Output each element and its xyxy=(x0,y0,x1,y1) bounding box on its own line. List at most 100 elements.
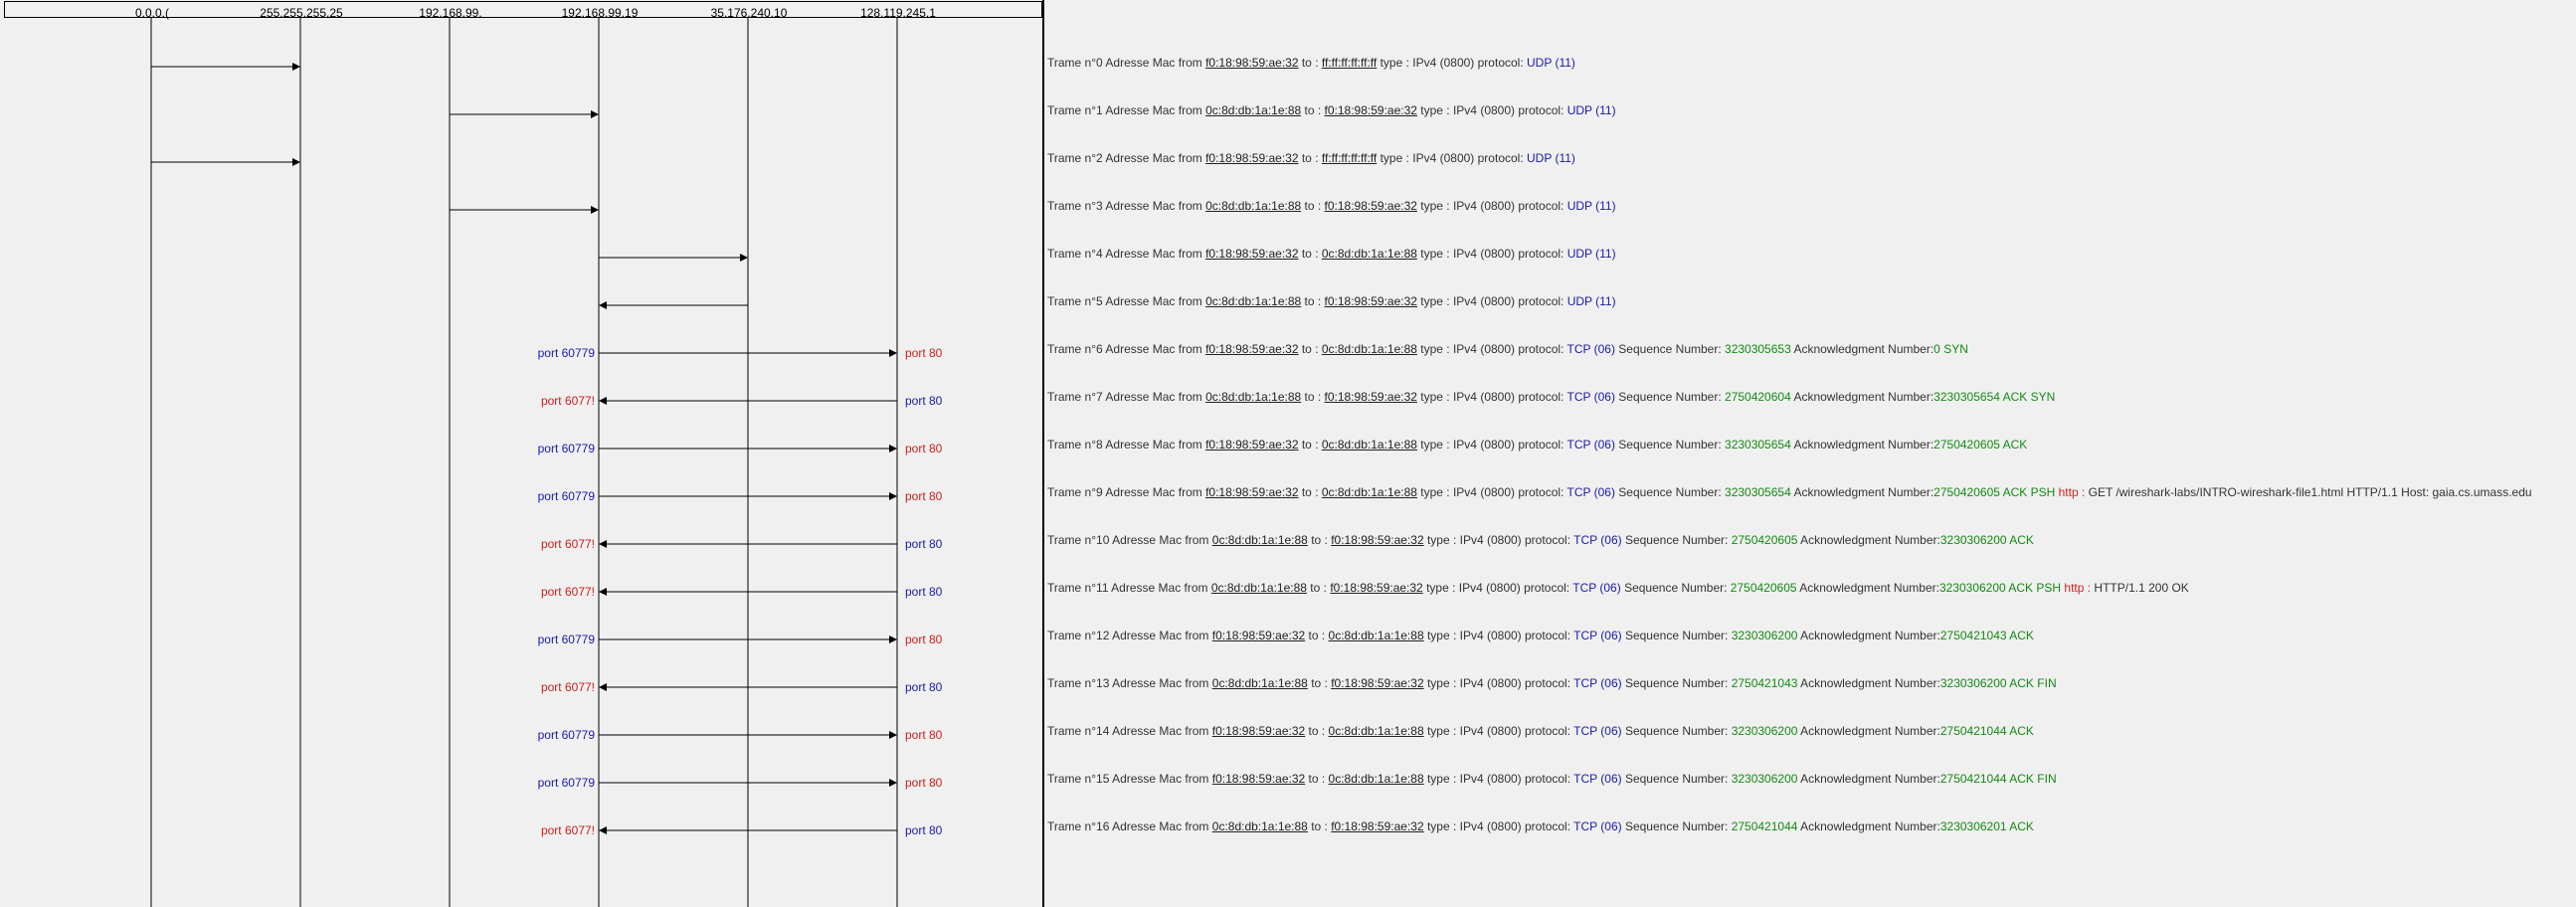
to-label: to : xyxy=(1298,247,1322,261)
mac-from: f0:18:98:59:ae:32 xyxy=(1205,247,1299,261)
tcp-flags: ACK SYN xyxy=(1999,390,2056,404)
mac-to: 0c:8d:db:1a:1e:88 xyxy=(1321,485,1417,499)
type-label: type : IPv4 (0800) protocol: xyxy=(1416,342,1567,356)
type-label: type : IPv4 (0800) protocol: xyxy=(1423,533,1574,547)
port-label-right: port 80 xyxy=(905,442,943,455)
type-label: type : IPv4 (0800) protocol: xyxy=(1416,438,1567,452)
seq-label: Sequence Number: xyxy=(1621,533,1732,547)
type-label: type : IPv4 (0800) protocol: xyxy=(1416,390,1567,404)
mac-from: 0c:8d:db:1a:1e:88 xyxy=(1211,533,1308,547)
protocol: UDP (11) xyxy=(1566,103,1616,117)
frame-row: Trame n°14 Adresse Mac from f0:18:98:59:… xyxy=(1047,723,2034,739)
frame-row: Trame n°16 Adresse Mac from 0c:8d:db:1a:… xyxy=(1047,818,2034,834)
port-label-left: port 6077! xyxy=(540,680,595,694)
protocol: TCP (06) xyxy=(1566,342,1615,356)
ack-label: Acknowledgment Number: xyxy=(1797,629,1940,642)
http-message: GET /wireshark-labs/INTRO-wireshark-file… xyxy=(2088,485,2532,499)
protocol: TCP (06) xyxy=(1573,629,1622,642)
ack-label: Acknowledgment Number: xyxy=(1797,724,1940,738)
to-label: to : xyxy=(1301,390,1325,404)
frame-title: Trame n°11 xyxy=(1047,581,1112,595)
mac-from-label: Adresse Mac from xyxy=(1112,533,1212,547)
tcp-flags: ACK FIN xyxy=(2006,772,2057,786)
to-label: to : xyxy=(1307,819,1332,833)
mac-from: 0c:8d:db:1a:1e:88 xyxy=(1205,199,1302,213)
frame-row: Trame n°0 Adresse Mac from f0:18:98:59:a… xyxy=(1047,55,1575,71)
seq-number: 3230305654 xyxy=(1725,485,1791,499)
seq-number: 3230306200 xyxy=(1731,772,1798,786)
frame-row: Trame n°7 Adresse Mac from 0c:8d:db:1a:1… xyxy=(1047,389,2055,405)
protocol: TCP (06) xyxy=(1566,485,1615,499)
ack-label: Acknowledgment Number: xyxy=(1797,772,1940,786)
port-label-left: port 60779 xyxy=(537,489,595,503)
seq-label: Sequence Number: xyxy=(1614,342,1726,356)
protocol: TCP (06) xyxy=(1566,390,1615,404)
mac-from-label: Adresse Mac from xyxy=(1112,676,1212,690)
protocol: UDP (11) xyxy=(1566,294,1616,308)
to-label: to : xyxy=(1305,772,1329,786)
frame-row: Trame n°15 Adresse Mac from f0:18:98:59:… xyxy=(1047,771,2057,787)
tcp-flags: ACK PSH xyxy=(1999,485,2056,499)
frame-title: Trame n°4 xyxy=(1047,247,1106,261)
tcp-flags: ACK xyxy=(2006,533,2034,547)
mac-from: 0c:8d:db:1a:1e:88 xyxy=(1205,390,1302,404)
frame-row: Trame n°3 Adresse Mac from 0c:8d:db:1a:1… xyxy=(1047,198,1616,214)
frame-row: Trame n°12 Adresse Mac from f0:18:98:59:… xyxy=(1047,628,2034,643)
ack-label: Acknowledgment Number: xyxy=(1790,342,1934,356)
tcp-flags: ACK xyxy=(1999,438,2028,452)
type-label: type : IPv4 (0800) protocol: xyxy=(1423,724,1574,738)
host-label: 192.168.99.19 xyxy=(561,6,639,20)
to-label: to : xyxy=(1301,294,1325,308)
port-label-right: port 80 xyxy=(905,585,943,599)
to-label: to : xyxy=(1298,342,1322,356)
protocol: TCP (06) xyxy=(1566,438,1615,452)
mac-to: f0:18:98:59:ae:32 xyxy=(1324,199,1417,213)
mac-from-label: Adresse Mac from xyxy=(1105,199,1206,213)
frame-title: Trame n°2 xyxy=(1047,151,1106,165)
mac-to: 0c:8d:db:1a:1e:88 xyxy=(1328,629,1424,642)
mac-from-label: Adresse Mac from xyxy=(1112,629,1212,642)
mac-to: f0:18:98:59:ae:32 xyxy=(1324,390,1417,404)
mac-to: f0:18:98:59:ae:32 xyxy=(1331,533,1424,547)
port-label-right: port 80 xyxy=(905,537,943,551)
seq-number: 3230306200 xyxy=(1731,724,1798,738)
frame-row: Trame n°6 Adresse Mac from f0:18:98:59:a… xyxy=(1047,341,1968,357)
type-label: type : IPv4 (0800) protocol: xyxy=(1422,581,1573,595)
to-label: to : xyxy=(1305,629,1329,642)
mac-to: ff:ff:ff:ff:ff:ff xyxy=(1321,151,1378,165)
tcp-flags: ACK xyxy=(2006,819,2034,833)
frame-title: Trame n°3 xyxy=(1047,199,1106,213)
protocol: TCP (06) xyxy=(1573,819,1622,833)
mac-from: f0:18:98:59:ae:32 xyxy=(1205,56,1299,70)
protocol: TCP (06) xyxy=(1573,772,1622,786)
ack-number: 3230306200 xyxy=(1939,676,2007,690)
seq-number: 2750421044 xyxy=(1731,819,1798,833)
mac-to: 0c:8d:db:1a:1e:88 xyxy=(1328,724,1424,738)
frame-row: Trame n°5 Adresse Mac from 0c:8d:db:1a:1… xyxy=(1047,293,1616,309)
port-label-left: port 6077! xyxy=(540,394,595,408)
protocol: TCP (06) xyxy=(1573,724,1622,738)
frame-title: Trame n°13 xyxy=(1047,676,1113,690)
ack-number: 3230306201 xyxy=(1939,819,2007,833)
frame-row: Trame n°2 Adresse Mac from f0:18:98:59:a… xyxy=(1047,150,1575,166)
protocol: TCP (06) xyxy=(1573,533,1622,547)
port-label-left: port 6077! xyxy=(540,823,595,837)
seq-label: Sequence Number: xyxy=(1621,819,1732,833)
mac-from-label: Adresse Mac from xyxy=(1112,819,1212,833)
port-label-left: port 60779 xyxy=(537,728,595,742)
to-label: to : xyxy=(1298,151,1322,165)
mac-to: 0c:8d:db:1a:1e:88 xyxy=(1321,247,1417,261)
seq-number: 3230306200 xyxy=(1731,629,1798,642)
mac-from: f0:18:98:59:ae:32 xyxy=(1205,438,1299,452)
mac-to: f0:18:98:59:ae:32 xyxy=(1331,676,1424,690)
tcp-flags: SYN xyxy=(1939,342,1968,356)
mac-from: f0:18:98:59:ae:32 xyxy=(1211,772,1306,786)
tcp-flags: ACK xyxy=(2006,724,2034,738)
ack-number: 2750421044 xyxy=(1939,772,2007,786)
ack-number: 2750420605 xyxy=(1933,438,2000,452)
ack-number: 3230306200 xyxy=(1939,533,2007,547)
protocol: TCP (06) xyxy=(1573,676,1622,690)
tcp-flags: ACK xyxy=(2006,629,2034,642)
port-label-left: port 6077! xyxy=(540,585,595,599)
ack-number: 0 xyxy=(1933,342,1940,356)
